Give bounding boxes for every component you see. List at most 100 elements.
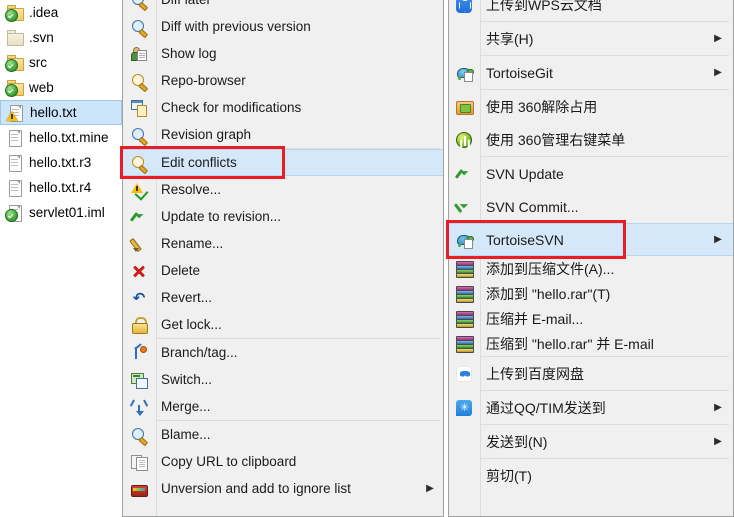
tree-item-label: hello.txt bbox=[30, 105, 77, 120]
menu-item-switch[interactable]: Switch... bbox=[123, 366, 443, 393]
tree-item-label: .svn bbox=[29, 30, 54, 45]
file-icon bbox=[6, 179, 23, 197]
svn-normal-overlay-icon bbox=[5, 59, 18, 72]
wps-cloud-icon bbox=[456, 0, 472, 13]
menu-item-revert[interactable]: ↶ Revert... bbox=[123, 284, 443, 311]
menu-item-svn-update[interactable]: SVN Update bbox=[449, 157, 733, 190]
menu-item-show-log[interactable]: Show log bbox=[123, 40, 443, 67]
menu-item-360[interactable]: 使用 360解除占用 bbox=[449, 90, 733, 123]
tortoise-svn-icon bbox=[456, 232, 474, 249]
menu-item-label: TortoiseSVN bbox=[486, 231, 564, 248]
menu-item-hello-rar-e-mail[interactable]: 压缩到 "hello.rar" 并 E-mail bbox=[449, 331, 733, 356]
tree-item-servlet01-iml[interactable]: servlet01.iml bbox=[0, 200, 122, 225]
delete-x-icon bbox=[131, 263, 147, 279]
chevron-right-icon: ▶ bbox=[714, 401, 722, 413]
menu-item-label: Switch... bbox=[161, 372, 213, 387]
menu-item-label: Revision graph bbox=[161, 127, 252, 142]
menu-item-360[interactable]: 使用 360管理右键菜单 bbox=[449, 123, 733, 156]
menu-item-a[interactable]: 添加到压缩文件(A)... bbox=[449, 256, 733, 281]
menu-item-tortoisesvn[interactable]: TortoiseSVN ▶ bbox=[449, 223, 733, 256]
menu-item-diff-later[interactable]: Diff later bbox=[123, 0, 443, 13]
menu-item-wps[interactable]: 上传到WPS云文档 bbox=[449, 0, 733, 21]
menu-item-rename[interactable]: Rename... bbox=[123, 230, 443, 257]
menu-item-update-to-revision[interactable]: Update to revision... bbox=[123, 203, 443, 230]
tree-item-hello-txt-r4[interactable]: hello.txt.r4 bbox=[0, 175, 122, 200]
chevron-right-icon: ▶ bbox=[714, 435, 722, 447]
no-icon bbox=[456, 468, 472, 484]
menu-item-label: 发送到(N) bbox=[486, 433, 548, 450]
menu-item-label: Update to revision... bbox=[161, 209, 282, 224]
menu-item-tortoisegit[interactable]: TortoiseGit ▶ bbox=[449, 56, 733, 89]
menu-item-branch-tag[interactable]: Branch/tag... bbox=[123, 339, 443, 366]
360-unlock-icon bbox=[456, 99, 474, 115]
menu-item-label: Resolve... bbox=[161, 182, 222, 197]
winrar-icon bbox=[456, 310, 474, 328]
menu-item-svn-commit[interactable]: SVN Commit... bbox=[449, 190, 733, 223]
chevron-right-icon: ▶ bbox=[426, 482, 434, 494]
tortoisesvn-submenu[interactable]: Diff later Diff with previous version Show… bbox=[122, 0, 444, 517]
svn-normal-overlay-icon bbox=[5, 209, 18, 222]
menu-item-delete[interactable]: Delete bbox=[123, 257, 443, 284]
tree-item-src[interactable]: src bbox=[0, 50, 122, 75]
baidu-netdisk-icon bbox=[456, 365, 472, 382]
menu-item-unversion-and-add-to-ignore-list[interactable]: Unversion and add to ignore list ▶ bbox=[123, 475, 443, 502]
menu-item-label: Diff with previous version bbox=[161, 19, 311, 34]
tree-item--svn[interactable]: .svn bbox=[0, 25, 122, 50]
menu-item-merge[interactable]: Merge... bbox=[123, 393, 443, 420]
menu-item-resolve[interactable]: Resolve... bbox=[123, 176, 443, 203]
svn-commit-icon bbox=[453, 195, 473, 215]
tortoise-git-icon bbox=[456, 65, 474, 82]
menu-item-check-for-modifications[interactable]: Check for modifications bbox=[123, 94, 443, 121]
menu-item-h[interactable]: 共享(H) ▶ bbox=[449, 22, 733, 55]
menu-item-repo-browser[interactable]: Repo-browser bbox=[123, 67, 443, 94]
tree-item--idea[interactable]: .idea bbox=[0, 0, 122, 25]
revision-graph-icon bbox=[131, 127, 149, 146]
menu-item-label: 压缩到 "hello.rar" 并 E-mail bbox=[486, 335, 654, 352]
menu-item-label: Delete bbox=[161, 263, 201, 278]
merge-icon bbox=[129, 398, 149, 416]
magnifier-icon bbox=[131, 0, 149, 11]
tree-item-label: hello.txt.r4 bbox=[29, 180, 92, 195]
tree-item-label: hello.txt.r3 bbox=[29, 155, 92, 170]
menu-item-n[interactable]: 发送到(N) ▶ bbox=[449, 425, 733, 458]
resolve-icon bbox=[131, 182, 149, 201]
magnifier-icon bbox=[131, 19, 149, 38]
menu-item-[interactable]: 上传到百度网盘 bbox=[449, 357, 733, 390]
menu-item-e-mail[interactable]: 压缩并 E-mail... bbox=[449, 306, 733, 331]
menu-item-diff-with-previous-version[interactable]: Diff with previous version bbox=[123, 13, 443, 40]
revert-arrow-icon: ↶ bbox=[132, 288, 146, 307]
menu-item-t[interactable]: 剪切(T) bbox=[449, 459, 733, 492]
menu-item-label: Edit conflicts bbox=[161, 155, 237, 170]
tree-item-hello-txt-mine[interactable]: hello.txt.mine bbox=[0, 125, 122, 150]
blame-icon bbox=[131, 427, 149, 446]
menu-item-label: 压缩并 E-mail... bbox=[486, 310, 584, 327]
file-icon bbox=[5, 204, 23, 222]
folder-icon bbox=[5, 4, 24, 22]
menu-item-revision-graph[interactable]: Revision graph bbox=[123, 121, 443, 148]
menu-item-label: Show log bbox=[161, 46, 217, 61]
ignore-list-icon bbox=[131, 481, 148, 497]
lock-icon bbox=[131, 316, 148, 334]
menu-item-edit-conflicts[interactable]: Edit conflicts bbox=[123, 149, 443, 176]
file-icon bbox=[6, 154, 23, 172]
menu-item-hello-rar-t[interactable]: 添加到 "hello.rar"(T) bbox=[449, 281, 733, 306]
tree-item-hello-txt-r3[interactable]: hello.txt.r3 bbox=[0, 150, 122, 175]
menu-item-blame[interactable]: Blame... bbox=[123, 421, 443, 448]
menu-item-get-lock[interactable]: Get lock... bbox=[123, 311, 443, 338]
360-manage-menu-icon bbox=[456, 131, 472, 148]
menu-item-label: 上传到百度网盘 bbox=[486, 365, 584, 382]
menu-item-label: 添加到压缩文件(A)... bbox=[486, 260, 615, 277]
menu-item-label: 添加到 "hello.rar"(T) bbox=[486, 285, 611, 302]
tree-item-hello-txt[interactable]: hello.txt bbox=[0, 100, 122, 125]
menu-item-label: SVN Commit... bbox=[486, 198, 579, 215]
menu-item-copy-url-to-clipboard[interactable]: Copy URL to clipboard bbox=[123, 448, 443, 475]
menu-item-qq-tim[interactable]: 通过QQ/TIM发送到 ▶ bbox=[449, 391, 733, 424]
explorer-context-menu[interactable]: 上传到WPS云文档 共享(H) ▶ TortoiseGit ▶ 使用 360解除占用 使用 … bbox=[448, 0, 734, 517]
menu-item-label: 共享(H) bbox=[486, 30, 534, 47]
tree-item-web[interactable]: web bbox=[0, 75, 122, 100]
show-log-icon bbox=[131, 46, 147, 62]
menu-item-label: 使用 360管理右键菜单 bbox=[486, 131, 626, 148]
menu-item-label: SVN Update bbox=[486, 165, 564, 182]
menu-item-label: Check for modifications bbox=[161, 100, 302, 115]
menu-item-label: Copy URL to clipboard bbox=[161, 454, 297, 469]
